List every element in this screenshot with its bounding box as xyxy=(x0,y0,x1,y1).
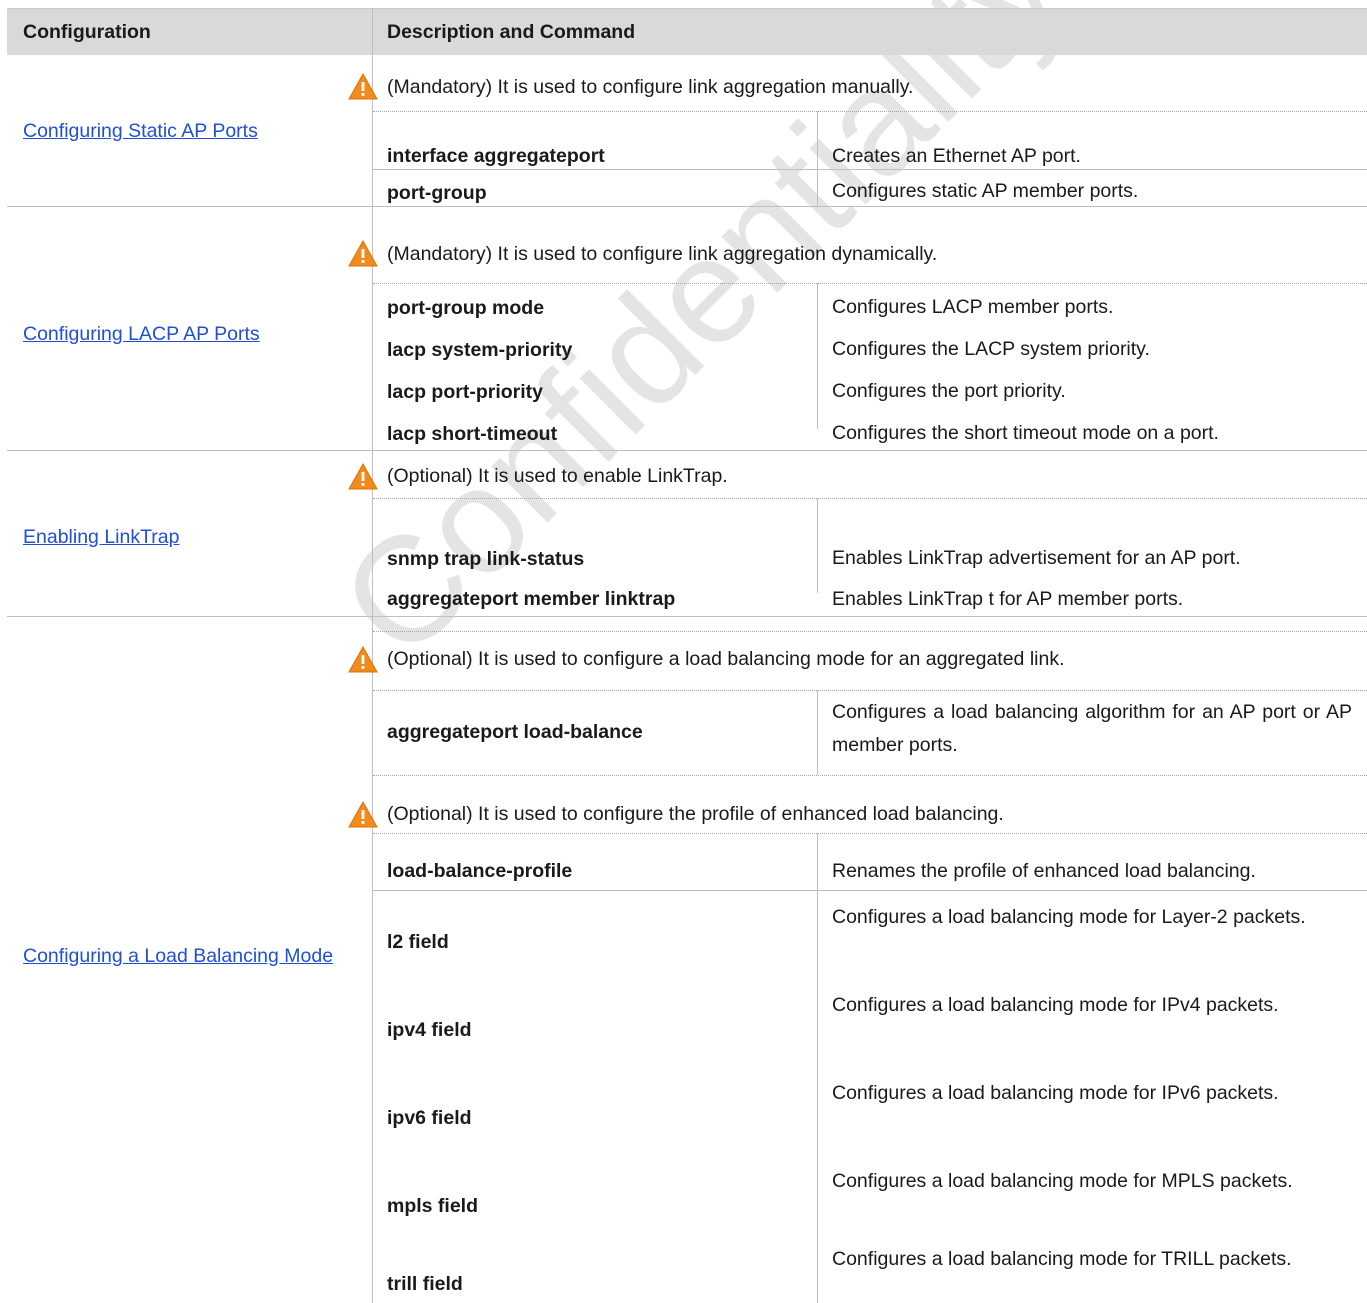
cmd-interface-aggregateport: interface aggregateport xyxy=(387,145,605,167)
dotted-divider xyxy=(373,775,1367,776)
cmd-port-group-mode: port-group mode xyxy=(387,297,545,319)
cmd-l2-field: l2 field xyxy=(387,931,449,953)
desc-lacp-short-timeout: Configures the short timeout mode on a p… xyxy=(832,422,1219,444)
cmd-mpls-field: mpls field xyxy=(387,1195,479,1217)
dotted-divider xyxy=(373,498,1367,499)
cmd-ipv6-field: ipv6 field xyxy=(387,1107,472,1129)
desc-load-balance-profile: Renames the profile of enhanced load bal… xyxy=(832,860,1256,882)
table-header: Configuration Description and Command xyxy=(7,8,1367,55)
section-divider xyxy=(7,206,1367,207)
desc-trill-field: Configures a load balancing mode for TRI… xyxy=(832,1248,1292,1270)
sub-column-divider xyxy=(817,498,818,593)
desc-mpls-field: Configures a load balancing mode for MPL… xyxy=(832,1170,1293,1192)
link-configuring-lacp-ap-ports[interactable]: Configuring LACP AP Ports xyxy=(23,323,260,346)
link-configuring-a-load-balancing-mode[interactable]: Configuring a Load Balancing Mode xyxy=(23,940,365,972)
link-configuring-static-ap-ports[interactable]: Configuring Static AP Ports xyxy=(23,120,258,143)
row-divider xyxy=(373,169,1367,170)
desc-port-group-mode: Configures LACP member ports. xyxy=(832,296,1114,318)
desc-ipv6-field: Configures a load balancing mode for IPv… xyxy=(832,1082,1279,1104)
desc-snmp-trap-link-status: Enables LinkTrap advertisement for an AP… xyxy=(832,547,1241,569)
cmd-ipv4-field: ipv4 field xyxy=(387,1019,472,1041)
warning-triangle-icon xyxy=(348,240,378,267)
link-enabling-linktrap[interactable]: Enabling LinkTrap xyxy=(23,526,179,549)
section-divider xyxy=(7,450,1367,451)
dotted-divider xyxy=(373,690,1367,691)
note-load-balance: (Optional) It is used to configure a loa… xyxy=(387,648,1065,670)
note-static: (Mandatory) It is used to configure link… xyxy=(387,76,914,98)
header-description: Description and Command xyxy=(387,21,636,43)
desc-lacp-system-priority: Configures the LACP system priority. xyxy=(832,338,1150,360)
desc-l2-field: Configures a load balancing mode for Lay… xyxy=(832,906,1306,928)
note-linktrap: (Optional) It is used to enable LinkTrap… xyxy=(387,465,728,487)
cmd-snmp-trap-link-status: snmp trap link-status xyxy=(387,548,585,570)
warning-triangle-icon xyxy=(348,73,378,100)
desc-lacp-port-priority: Configures the port priority. xyxy=(832,380,1066,402)
note-enhanced-profile: (Optional) It is used to configure the p… xyxy=(387,803,1004,825)
header-configuration: Configuration xyxy=(23,21,151,43)
sub-column-divider xyxy=(817,283,818,429)
cmd-lacp-port-priority: lacp port-priority xyxy=(387,381,544,403)
warning-triangle-icon xyxy=(348,801,378,828)
cmd-lacp-short-timeout: lacp short-timeout xyxy=(387,423,558,445)
dotted-divider xyxy=(373,833,1367,834)
note-lacp: (Mandatory) It is used to configure link… xyxy=(387,243,938,265)
cmd-port-group: port-group xyxy=(387,182,487,204)
cmd-lacp-system-priority: lacp system-priority xyxy=(387,339,573,361)
cmd-load-balance-profile: load-balance-profile xyxy=(387,860,573,882)
desc-aggregateport-member-linktrap: Enables LinkTrap t for AP member ports. xyxy=(832,588,1184,610)
dotted-divider xyxy=(373,631,1367,632)
dotted-divider xyxy=(373,111,1367,112)
sub-column-divider xyxy=(817,833,818,1303)
configuration-table: Confidentiality: Controlled Configuratio… xyxy=(7,0,1367,1303)
row-divider xyxy=(373,890,1367,891)
cmd-aggregateport-member-linktrap: aggregateport member linktrap xyxy=(387,588,676,610)
section-divider xyxy=(7,616,1367,617)
desc-aggregateport-load-balance: Configures a load balancing algorithm fo… xyxy=(832,701,1352,756)
sub-column-divider xyxy=(817,690,818,775)
link-label: Configuring a Load Balancing Mode xyxy=(23,945,334,967)
sub-column-divider xyxy=(817,111,818,206)
dotted-divider xyxy=(373,283,1367,284)
desc-interface-aggregateport: Creates an Ethernet AP port. xyxy=(832,145,1081,167)
warning-triangle-icon xyxy=(348,646,378,673)
desc-ipv4-field: Configures a load balancing mode for IPv… xyxy=(832,994,1279,1016)
cmd-trill-field: trill field xyxy=(387,1273,463,1295)
warning-triangle-icon xyxy=(348,463,378,490)
desc-port-group: Configures static AP member ports. xyxy=(832,180,1139,202)
cmd-aggregateport-load-balance: aggregateport load-balance xyxy=(387,721,643,743)
